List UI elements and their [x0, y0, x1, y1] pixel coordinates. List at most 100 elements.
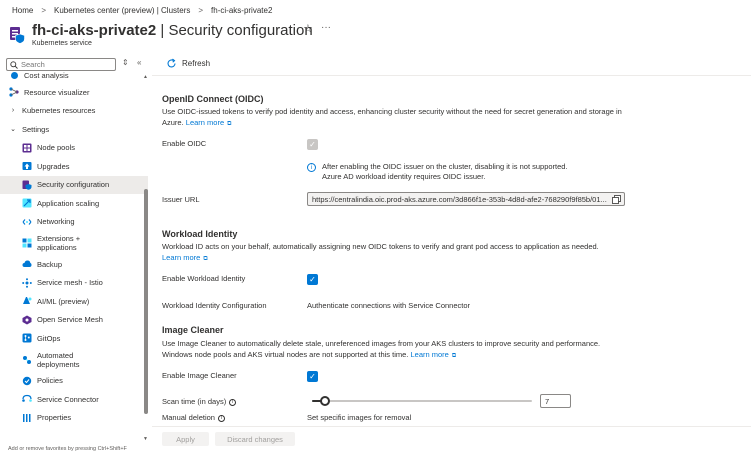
issuer-url-field[interactable]: https://centralindia.oic.prod-aks.azure.…: [307, 192, 625, 206]
scan-time-input[interactable]: 7: [540, 394, 571, 408]
image-cleaner-description: Use Image Cleaner to automatically delet…: [162, 339, 632, 361]
copy-icon[interactable]: [612, 195, 621, 204]
service-connector-icon: [22, 394, 32, 404]
refresh-label: Refresh: [182, 59, 211, 68]
sidebar-item-label: AI/ML (preview): [37, 296, 90, 306]
aiml-icon: [22, 296, 32, 306]
sidebar-item-label: GitOps: [37, 333, 61, 343]
sidebar-search-input[interactable]: [21, 60, 111, 69]
workload-learn-more-link[interactable]: Learn more: [162, 253, 200, 262]
enable-workload-identity-checkbox[interactable]: ✓: [307, 274, 318, 285]
chevron-down-icon: ⌄: [10, 126, 16, 134]
info-icon[interactable]: i: [229, 398, 237, 406]
workload-identity-section-title: Workload Identity: [162, 229, 238, 239]
sidebar-item-automated-deployments[interactable]: Automated deployments: [0, 348, 148, 372]
sidebar-item-settings[interactable]: ⌄ Settings: [0, 120, 148, 139]
oidc-learn-more-link[interactable]: Learn more: [186, 118, 224, 127]
sidebar-item-aiml[interactable]: AI/ML (preview): [0, 292, 148, 311]
external-link-icon: ⧉: [451, 352, 457, 359]
scroll-up-icon[interactable]: ▲: [143, 74, 148, 80]
enable-oidc-label: Enable OIDC: [162, 139, 207, 148]
command-bar: Refresh: [152, 56, 751, 76]
oidc-info-line: Azure AD workload identity requires OIDC…: [322, 172, 486, 181]
sidebar-item-label: Properties: [37, 413, 72, 423]
oidc-info-message: i After enabling the OIDC issuer on the …: [307, 162, 568, 182]
sidebar-item-extensions[interactable]: Extensions + applications: [0, 231, 148, 255]
sidebar-item-security-configuration[interactable]: Security configuration: [0, 175, 148, 194]
refresh-icon: [167, 58, 176, 68]
sidebar-item-label: Policies: [37, 376, 63, 386]
policies-icon: [22, 376, 32, 386]
slider-thumb[interactable]: [320, 396, 331, 406]
sidebar-item-cost-analysis[interactable]: Cost analysis: [0, 72, 148, 80]
sidebar-item-node-pools[interactable]: Node pools: [0, 139, 148, 158]
breadcrumb-separator: >: [198, 6, 204, 15]
sidebar-item-open-service-mesh[interactable]: Open Service Mesh: [0, 311, 148, 330]
discard-changes-button[interactable]: Discard changes: [215, 432, 295, 446]
sidebar-item-label: Service Connector: [37, 394, 99, 404]
collapse-sidebar-icon[interactable]: «: [137, 58, 141, 67]
slider-track: [312, 400, 532, 402]
sidebar-item-service-mesh-istio[interactable]: Service mesh - Istio: [0, 274, 148, 293]
page-subtitle: Kubernetes service: [32, 40, 92, 47]
refresh-button[interactable]: Refresh: [166, 58, 210, 69]
sidebar-item-label: Extensions + applications: [37, 234, 81, 252]
gitops-icon: [22, 333, 32, 343]
workload-identity-config-label: Workload Identity Configuration: [162, 301, 267, 310]
scrollbar-thumb[interactable]: [144, 189, 148, 414]
sidebar-item-backup[interactable]: Backup: [0, 255, 148, 274]
sidebar-item-gitops[interactable]: GitOps: [0, 329, 148, 348]
expand-collapse-icon[interactable]: ⇕: [122, 58, 129, 67]
page-header: fh-ci-aks-private2 | Security configurat…: [8, 20, 748, 50]
breadcrumb-home[interactable]: Home: [12, 6, 33, 15]
image-cleaner-learn-more-link[interactable]: Learn more: [411, 350, 449, 359]
external-link-icon: ⧉: [227, 120, 232, 127]
sidebar-item-label: Open Service Mesh: [37, 315, 103, 325]
sidebar-item-label: Application scaling: [37, 198, 100, 208]
manual-deletion-label: Manual deletion i: [162, 413, 225, 422]
chevron-right-icon: ›: [11, 107, 15, 115]
sidebar-item-label: Node pools: [37, 143, 75, 153]
sidebar-nav: Cost analysis Resource visualizer › Kube…: [0, 72, 148, 427]
enable-workload-identity-label: Enable Workload Identity: [162, 274, 246, 283]
oidc-section-title: OpenID Connect (OIDC): [162, 94, 264, 104]
sidebar-item-properties[interactable]: Properties: [0, 409, 148, 428]
sidebar-item-policies[interactable]: Policies: [0, 372, 148, 391]
set-images-for-removal-link[interactable]: Set specific images for removal: [307, 413, 411, 422]
sidebar-item-kubernetes-resources[interactable]: › Kubernetes resources: [0, 102, 148, 121]
sidebar: ⇕ « Cost analysis Resource visualizer › …: [0, 56, 152, 452]
sidebar-item-service-connector[interactable]: Service Connector: [0, 390, 148, 409]
sidebar-item-resource-visualizer[interactable]: Resource visualizer: [0, 83, 148, 102]
sidebar-item-label: Service mesh - Istio: [37, 278, 103, 288]
info-icon[interactable]: i: [217, 414, 225, 422]
more-options-icon[interactable]: ···: [321, 22, 331, 33]
scroll-down-icon[interactable]: ▼: [143, 436, 148, 442]
sidebar-item-networking[interactable]: Networking: [0, 213, 148, 232]
search-icon: [10, 60, 18, 69]
sidebar-item-upgrades[interactable]: Upgrades: [0, 157, 148, 176]
extensions-icon: [22, 238, 32, 248]
oidc-description: Use OIDC-issued tokens to verify pod ide…: [162, 107, 632, 129]
favorites-hint: Add or remove favorites by pressing Ctrl…: [8, 446, 127, 452]
scaling-icon: [22, 198, 32, 208]
breadcrumb-clusters[interactable]: Kubernetes center (preview) | Clusters: [54, 6, 190, 15]
open-service-mesh-icon: [22, 315, 32, 325]
apply-button[interactable]: Apply: [162, 432, 209, 446]
favorite-star-icon[interactable]: ☆: [303, 22, 313, 35]
kubernetes-security-icon: [10, 27, 25, 44]
service-mesh-icon: [22, 277, 32, 288]
sidebar-item-label: Settings: [22, 124, 50, 134]
upgrades-icon: [22, 161, 32, 171]
enable-oidc-checkbox: ✓: [307, 139, 318, 150]
scan-time-label: Scan time (in days) i: [162, 397, 237, 406]
backup-icon: [22, 259, 32, 269]
breadcrumb-cluster[interactable]: fh-ci-aks-private2: [211, 6, 272, 15]
sidebar-item-label: Kubernetes resources: [22, 106, 96, 116]
enable-image-cleaner-checkbox[interactable]: ✓: [307, 371, 318, 382]
scan-time-slider[interactable]: [312, 396, 532, 406]
sidebar-item-application-scaling[interactable]: Application scaling: [0, 194, 148, 213]
sidebar-scrollbar[interactable]: ▲ ▼: [143, 74, 149, 452]
sidebar-item-label: Networking: [37, 217, 75, 227]
service-connector-link[interactable]: Authenticate connections with Service Co…: [307, 301, 470, 310]
sidebar-search[interactable]: [6, 58, 116, 71]
